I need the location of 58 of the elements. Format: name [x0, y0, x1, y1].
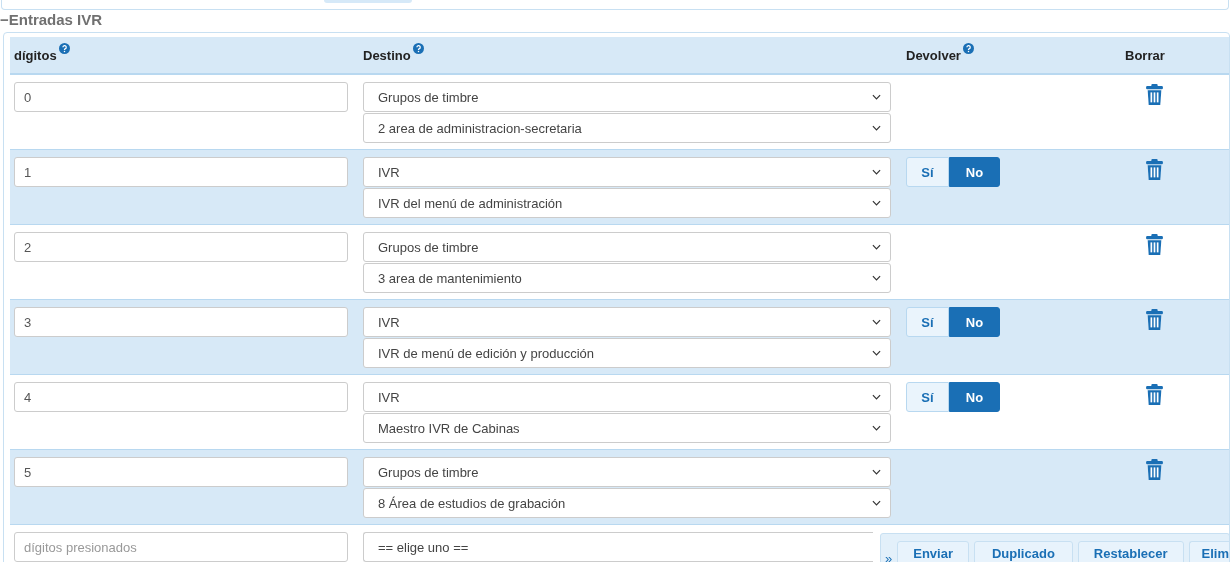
- action-button[interactable]: Enviar: [897, 541, 969, 562]
- trash-icon[interactable]: [1146, 309, 1163, 330]
- target-select[interactable]: 8 Área de estudios de grabación: [363, 488, 891, 518]
- destination-select[interactable]: Grupos de timbre: [363, 457, 891, 487]
- digits-field[interactable]: 5: [14, 457, 348, 487]
- chevron-icon: [872, 425, 881, 431]
- toggle-option[interactable]: No: [949, 307, 1000, 337]
- column-header: Borrar: [1125, 47, 1165, 63]
- help-icon[interactable]: [962, 42, 974, 54]
- digits-field[interactable]: 1: [14, 157, 348, 187]
- action-button[interactable]: Restablecer: [1077, 541, 1184, 562]
- chevron-icon: [872, 469, 881, 475]
- column-header: Destino: [363, 47, 411, 63]
- chevron-icon: [872, 94, 881, 100]
- section-title: Entradas IVR: [8, 11, 103, 28]
- chevron-icon: [872, 200, 881, 206]
- destination-select[interactable]: Grupos de timbre: [363, 82, 891, 112]
- digits-field[interactable]: dígitos presionados: [14, 532, 348, 562]
- destination-select[interactable]: Grupos de timbre: [363, 232, 891, 262]
- toggle-option[interactable]: Sí: [906, 307, 949, 337]
- target-select[interactable]: IVR del menú de administración: [363, 188, 891, 218]
- trash-icon[interactable]: [1146, 159, 1163, 180]
- digits-field[interactable]: 3: [14, 307, 348, 337]
- collapse-icon[interactable]: −: [0, 11, 9, 28]
- target-select[interactable]: IVR de menú de edición y producción: [363, 338, 891, 368]
- target-select[interactable]: 2 area de administracion-secretaria: [363, 113, 891, 143]
- chevron-icon: [872, 244, 881, 250]
- column-header: dígitos: [14, 47, 57, 63]
- destination-select[interactable]: IVR: [363, 307, 891, 337]
- chevron-icon: [872, 394, 881, 400]
- expand-toggle[interactable]: »: [885, 541, 893, 562]
- action-button[interactable]: Elim: [1188, 541, 1229, 562]
- column-header: Devolver: [906, 47, 961, 63]
- trash-icon[interactable]: [1146, 234, 1163, 255]
- chevron-icon: [872, 350, 881, 356]
- action-button[interactable]: Duplicado: [974, 541, 1073, 562]
- chevron-icon: [872, 169, 881, 175]
- trash-icon[interactable]: [1146, 459, 1163, 480]
- toggle-option[interactable]: Sí: [906, 157, 949, 187]
- chevron-icon: [872, 125, 881, 131]
- trash-icon[interactable]: [1146, 384, 1163, 405]
- chevron-icon: [872, 500, 881, 506]
- help-icon[interactable]: [58, 42, 70, 54]
- chevron-icon: [872, 319, 881, 325]
- chevron-icon: [872, 275, 881, 281]
- toggle-option[interactable]: No: [949, 382, 1000, 412]
- target-select[interactable]: 3 area de mantenimiento: [363, 263, 891, 293]
- target-select[interactable]: Maestro IVR de Cabinas: [363, 413, 891, 443]
- destination-select[interactable]: IVR: [363, 382, 891, 412]
- destination-select[interactable]: IVR: [363, 157, 891, 187]
- destination-select[interactable]: == elige uno ==: [363, 532, 873, 562]
- trash-icon[interactable]: [1146, 84, 1163, 105]
- digits-field[interactable]: 0: [14, 82, 348, 112]
- help-icon[interactable]: [412, 42, 424, 54]
- toggle-option[interactable]: Sí: [906, 382, 949, 412]
- digits-field[interactable]: 4: [14, 382, 348, 412]
- toggle-option[interactable]: No: [949, 157, 1000, 187]
- digits-field[interactable]: 2: [14, 232, 348, 262]
